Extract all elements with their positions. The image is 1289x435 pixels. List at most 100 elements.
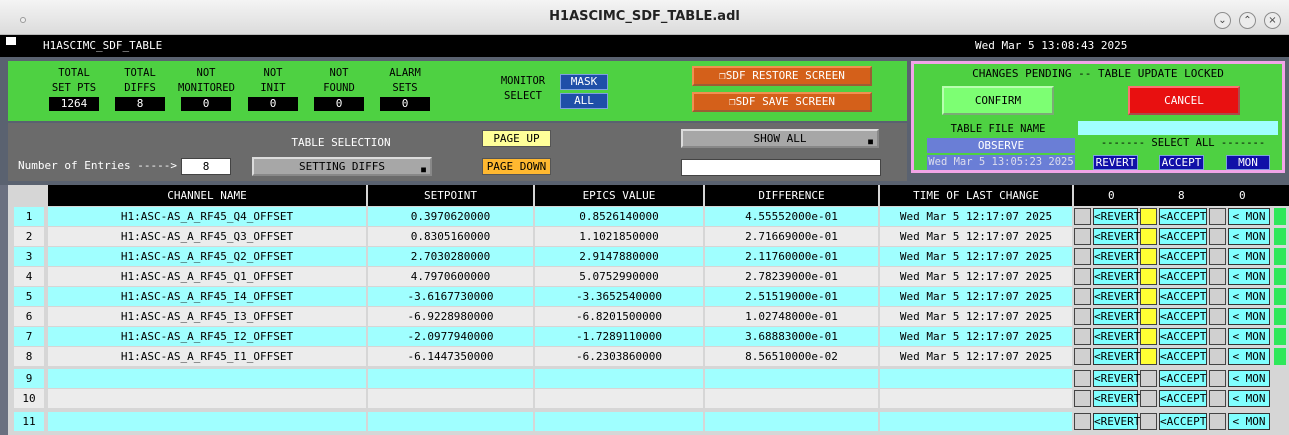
revert-checkbox[interactable] — [1074, 370, 1091, 387]
revert-button[interactable]: <REVERT — [1093, 268, 1140, 285]
accept-button[interactable]: <ACCEPT — [1159, 228, 1207, 245]
revert-button[interactable]: <REVERT — [1093, 288, 1140, 305]
accept-checkbox[interactable] — [1140, 348, 1157, 365]
accept-checkbox[interactable] — [1140, 228, 1157, 245]
revert-checkbox[interactable] — [1074, 413, 1091, 430]
select-all-revert-button[interactable]: REVERT — [1093, 155, 1138, 170]
menu-arrow-icon: ■ — [868, 137, 873, 146]
revert-button[interactable]: <REVERT — [1093, 348, 1140, 365]
mon-checkbox[interactable] — [1209, 370, 1226, 387]
revert-button[interactable]: <REVERT — [1093, 228, 1140, 245]
revert-button[interactable]: <REVERT — [1093, 390, 1140, 407]
mon-button[interactable]: < MON — [1228, 288, 1270, 305]
show-all-menu[interactable]: SHOW ALL ■ — [681, 129, 879, 148]
confirm-button[interactable]: CONFIRM — [942, 86, 1054, 115]
sdf-save-button[interactable]: ❐SDF SAVE SCREEN — [692, 92, 872, 112]
accept-button[interactable]: <ACCEPT — [1159, 390, 1207, 407]
accept-checkbox[interactable] — [1140, 288, 1157, 305]
mon-checkbox[interactable] — [1209, 268, 1226, 285]
mon-checkbox[interactable] — [1209, 228, 1226, 245]
status-indicator — [1274, 228, 1286, 245]
mon-checkbox[interactable] — [1209, 208, 1226, 225]
revert-checkbox[interactable] — [1074, 228, 1091, 245]
revert-button[interactable]: <REVERT — [1093, 328, 1140, 345]
accept-button[interactable]: <ACCEPT — [1159, 248, 1207, 265]
channel-name-cell — [48, 412, 366, 431]
accept-button[interactable]: <ACCEPT — [1159, 413, 1207, 430]
difference-cell — [705, 389, 878, 408]
accept-checkbox[interactable] — [1140, 248, 1157, 265]
table-selection-menu[interactable]: SETTING DIFFS ■ — [252, 157, 432, 176]
revert-button[interactable]: <REVERT — [1093, 370, 1140, 387]
setpoint-cell: 4.7970600000 — [368, 267, 533, 286]
page-down-button[interactable]: PAGE DOWN — [482, 158, 551, 175]
mon-checkbox[interactable] — [1209, 248, 1226, 265]
filter-input[interactable] — [681, 159, 881, 176]
revert-button[interactable]: <REVERT — [1093, 208, 1140, 225]
mon-button[interactable]: < MON — [1228, 248, 1270, 265]
revert-checkbox[interactable] — [1074, 288, 1091, 305]
mon-button[interactable]: < MON — [1228, 308, 1270, 325]
revert-checkbox[interactable] — [1074, 268, 1091, 285]
mon-button[interactable]: < MON — [1228, 390, 1270, 407]
difference-cell — [705, 412, 878, 431]
accept-button[interactable]: <ACCEPT — [1159, 328, 1207, 345]
time-cell: Wed Mar 5 12:17:07 2025 — [880, 347, 1072, 366]
accept-button[interactable]: <ACCEPT — [1159, 208, 1207, 225]
accept-checkbox[interactable] — [1140, 390, 1157, 407]
revert-checkbox[interactable] — [1074, 208, 1091, 225]
mon-button[interactable]: < MON — [1228, 348, 1270, 365]
mask-button[interactable]: MASK — [560, 74, 608, 90]
table-file-input[interactable] — [1078, 121, 1278, 135]
revert-checkbox[interactable] — [1074, 328, 1091, 345]
mon-button[interactable]: < MON — [1228, 208, 1270, 225]
mon-button[interactable]: < MON — [1228, 370, 1270, 387]
stat-label-1: TOTAL DIFFS — [112, 66, 168, 96]
epics-value-cell: -1.7289110000 — [535, 327, 703, 346]
accept-button[interactable]: <ACCEPT — [1159, 308, 1207, 325]
mon-checkbox[interactable] — [1209, 348, 1226, 365]
close-icon[interactable]: × — [1264, 12, 1281, 29]
accept-button[interactable]: <ACCEPT — [1159, 370, 1207, 387]
revert-checkbox[interactable] — [1074, 348, 1091, 365]
mon-checkbox[interactable] — [1209, 413, 1226, 430]
accept-button[interactable]: <ACCEPT — [1159, 288, 1207, 305]
stat-label-line2: FOUND — [323, 82, 355, 94]
revert-checkbox[interactable] — [1074, 390, 1091, 407]
sdf-restore-button[interactable]: ❐SDF RESTORE SCREEN — [692, 66, 872, 86]
epics-value-cell — [535, 369, 703, 388]
revert-button[interactable]: <REVERT — [1093, 413, 1140, 430]
mon-checkbox[interactable] — [1209, 308, 1226, 325]
maximize-icon[interactable]: ⌃ — [1239, 12, 1256, 29]
minimize-icon[interactable]: ⌄ — [1214, 12, 1231, 29]
page-up-button[interactable]: PAGE UP — [482, 130, 551, 147]
select-all-accept-button[interactable]: ACCEPT — [1159, 155, 1204, 170]
mon-checkbox[interactable] — [1209, 288, 1226, 305]
revert-checkbox[interactable] — [1074, 248, 1091, 265]
accept-checkbox[interactable] — [1140, 370, 1157, 387]
channel-name-cell: H1:ASC-AS_A_RF45_Q1_OFFSET — [48, 267, 366, 286]
revert-button[interactable]: <REVERT — [1093, 308, 1140, 325]
mon-button[interactable]: < MON — [1228, 268, 1270, 285]
accept-checkbox[interactable] — [1140, 268, 1157, 285]
cancel-button[interactable]: CANCEL — [1128, 86, 1240, 115]
revert-button[interactable]: <REVERT — [1093, 248, 1140, 265]
mon-button[interactable]: < MON — [1228, 413, 1270, 430]
accept-checkbox[interactable] — [1140, 413, 1157, 430]
epics-value-cell — [535, 389, 703, 408]
accept-checkbox[interactable] — [1140, 328, 1157, 345]
mon-button[interactable]: < MON — [1228, 328, 1270, 345]
select-all-mon-button[interactable]: MON — [1226, 155, 1270, 170]
revert-checkbox[interactable] — [1074, 308, 1091, 325]
table-selection-label: TABLE SELECTION — [291, 136, 391, 149]
accept-button[interactable]: <ACCEPT — [1159, 268, 1207, 285]
all-button[interactable]: ALL — [560, 93, 608, 109]
mon-checkbox[interactable] — [1209, 328, 1226, 345]
accept-button[interactable]: <ACCEPT — [1159, 348, 1207, 365]
accept-checkbox[interactable] — [1140, 308, 1157, 325]
row-number: 11 — [14, 412, 44, 431]
mon-button[interactable]: < MON — [1228, 228, 1270, 245]
mon-checkbox[interactable] — [1209, 390, 1226, 407]
time-cell — [880, 412, 1072, 431]
accept-checkbox[interactable] — [1140, 208, 1157, 225]
